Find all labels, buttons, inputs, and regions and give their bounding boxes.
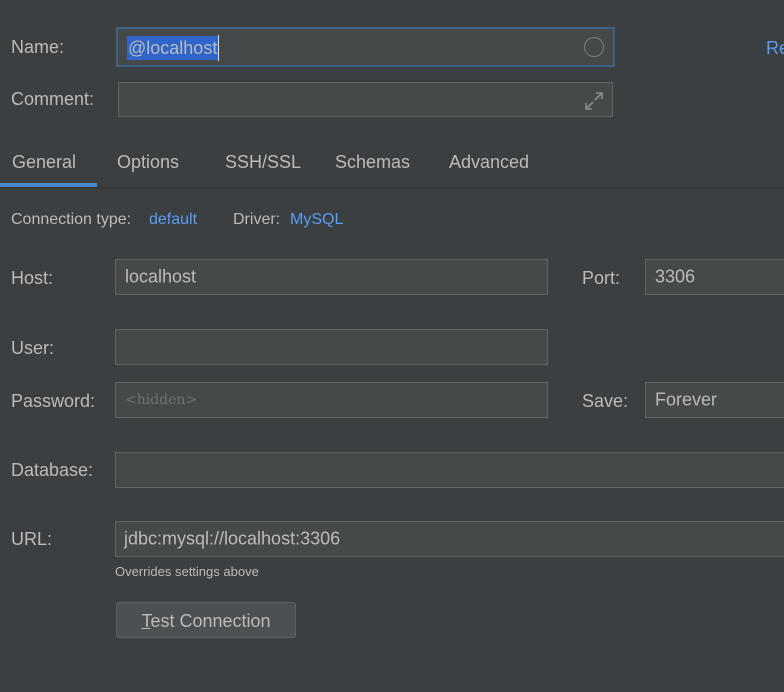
password-input[interactable]: <hidden> bbox=[115, 382, 548, 418]
password-placeholder: <hidden> bbox=[125, 392, 198, 408]
database-input[interactable] bbox=[115, 452, 784, 488]
driver-link[interactable]: MySQL bbox=[290, 209, 343, 231]
user-input[interactable] bbox=[115, 329, 548, 365]
tab-schemas[interactable]: Schemas bbox=[335, 151, 410, 173]
name-input-selected-text: @localhost bbox=[127, 36, 219, 60]
tab-advanced[interactable]: Advanced bbox=[449, 151, 529, 173]
tab-ssh-ssl[interactable]: SSH/SSL bbox=[225, 151, 301, 173]
expand-icon[interactable] bbox=[584, 91, 604, 111]
top-right-link[interactable]: Re bbox=[766, 37, 784, 59]
host-input-value: localhost bbox=[125, 266, 197, 287]
test-connection-button[interactable]: Test Connection bbox=[116, 602, 296, 638]
test-button-label: est Connection bbox=[150, 611, 271, 631]
driver-label: Driver: bbox=[233, 211, 281, 228]
user-label: User: bbox=[11, 338, 55, 358]
host-label: Host: bbox=[11, 268, 54, 288]
comment-input[interactable] bbox=[118, 82, 613, 117]
connection-type-label: Connection type: bbox=[11, 211, 132, 228]
port-label: Port: bbox=[582, 268, 621, 288]
save-select[interactable]: Forever bbox=[645, 382, 784, 418]
tab-separator bbox=[0, 187, 784, 188]
connection-type-link[interactable]: default bbox=[149, 209, 197, 231]
url-input-value: jdbc:mysql://localhost:3306 bbox=[124, 528, 341, 549]
url-label: URL: bbox=[11, 529, 53, 549]
port-input[interactable]: 3306 bbox=[645, 259, 784, 295]
tab-general[interactable]: General bbox=[12, 151, 76, 173]
tab-options[interactable]: Options bbox=[117, 151, 179, 173]
save-select-value: Forever bbox=[655, 389, 718, 410]
password-label: Password: bbox=[11, 391, 96, 411]
name-label: Name: bbox=[11, 37, 65, 57]
save-label: Save: bbox=[582, 391, 629, 411]
name-input[interactable]: @localhost bbox=[116, 27, 615, 67]
url-hint: Overrides settings above bbox=[115, 564, 259, 579]
comment-label: Comment: bbox=[11, 89, 95, 109]
circle-icon[interactable] bbox=[584, 37, 604, 57]
port-input-value: 3306 bbox=[655, 266, 696, 287]
host-input[interactable]: localhost bbox=[115, 259, 548, 295]
text-caret bbox=[218, 35, 219, 61]
database-label: Database: bbox=[11, 460, 94, 480]
url-input[interactable]: jdbc:mysql://localhost:3306 bbox=[115, 521, 784, 557]
